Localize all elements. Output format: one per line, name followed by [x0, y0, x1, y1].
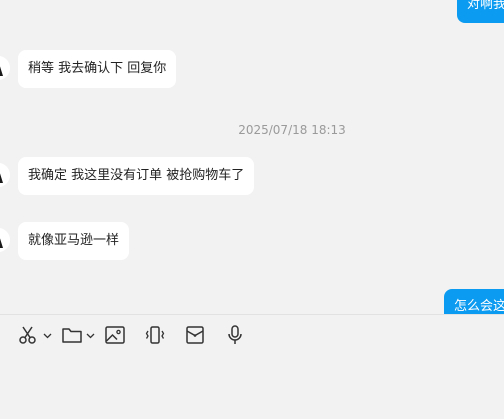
contact-avatar[interactable] — [0, 228, 10, 252]
message-text: 对啊我 — [467, 0, 504, 12]
message-text: 怎么会这 — [454, 299, 504, 314]
microphone-icon — [228, 325, 242, 344]
chat-message-area[interactable]: 对啊我 稍等 我去确认下 回复你 2025/07/18 18:13 我确定 我这… — [0, 0, 504, 314]
red-packet-button[interactable] — [184, 323, 206, 347]
contact-avatar[interactable] — [0, 56, 10, 80]
message-text: 就像亚马逊一样 — [28, 233, 120, 248]
outgoing-message-bubble[interactable]: 对啊我 — [457, 0, 504, 23]
incoming-message-bubble[interactable]: 就像亚马逊一样 — [18, 222, 130, 260]
avatar-image — [0, 163, 10, 187]
contact-avatar[interactable] — [0, 163, 10, 187]
vibrate-icon — [145, 326, 165, 344]
message-text: 我确定 我这里没有订单 被抢购物车了 — [28, 168, 245, 183]
incoming-message-bubble[interactable]: 我确定 我这里没有订单 被抢购物车了 — [18, 157, 255, 195]
incoming-message-bubble[interactable]: 稍等 我去确认下 回复你 — [18, 50, 177, 88]
outgoing-message-bubble[interactable]: 怎么会这 — [444, 289, 504, 314]
message-text: 稍等 我去确认下 回复你 — [28, 61, 167, 76]
image-icon — [105, 326, 125, 344]
avatar-image — [0, 56, 10, 80]
shake-window-button[interactable] — [144, 323, 166, 347]
message-input[interactable] — [0, 355, 504, 419]
scissors-icon — [19, 326, 36, 344]
voice-message-button[interactable] — [224, 323, 246, 347]
screenshot-button[interactable] — [18, 323, 52, 347]
chevron-down-icon — [43, 333, 52, 338]
send-file-button[interactable] — [61, 323, 95, 347]
message-timestamp: 2025/07/18 18:13 — [238, 123, 346, 137]
input-toolbar — [0, 315, 504, 355]
chevron-down-icon — [86, 333, 95, 338]
send-image-button[interactable] — [104, 323, 126, 347]
folder-icon — [62, 328, 82, 343]
avatar-image — [0, 228, 10, 252]
red-packet-icon — [186, 326, 204, 344]
